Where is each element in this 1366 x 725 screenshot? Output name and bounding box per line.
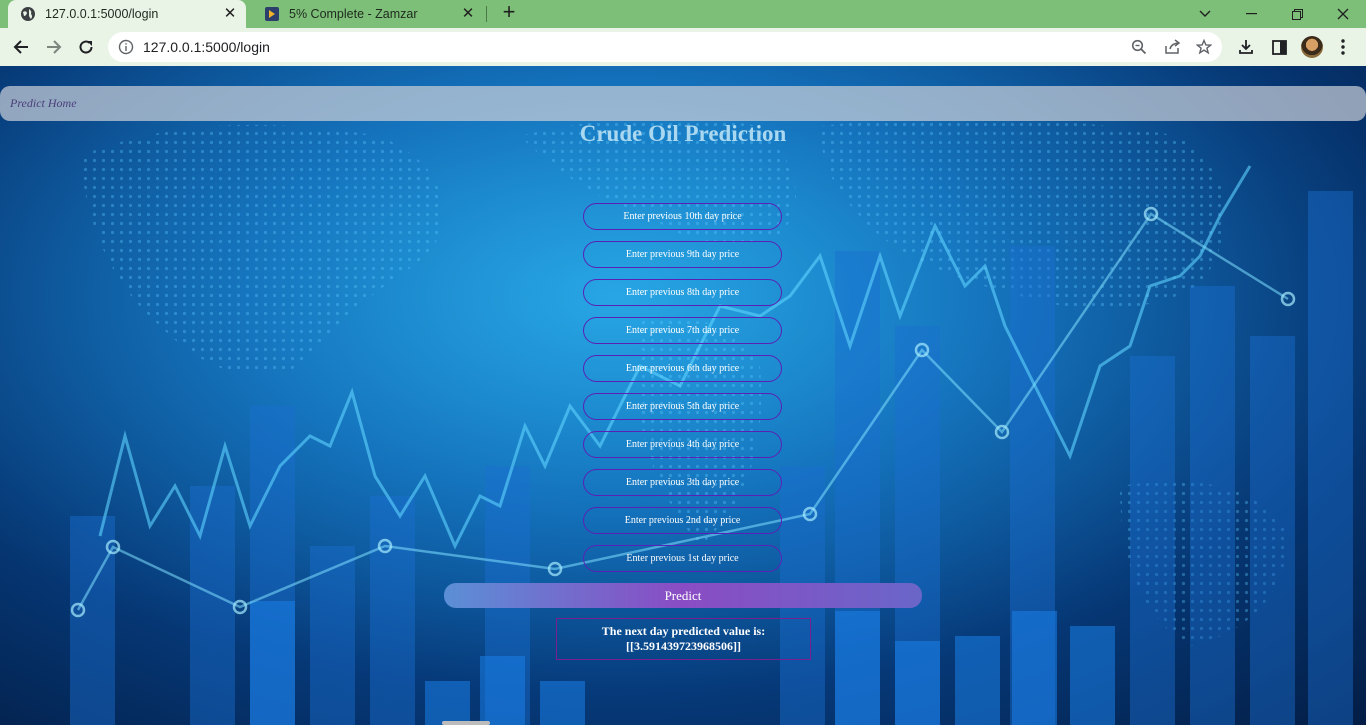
address-text: 127.0.0.1:5000/login [143, 39, 270, 55]
horizontal-scrollbar[interactable] [442, 721, 490, 725]
bookmark-star-icon[interactable] [1195, 38, 1213, 56]
tab-title: 127.0.0.1:5000/login [45, 7, 159, 21]
price-input-8th[interactable] [583, 279, 782, 306]
globe-icon [20, 6, 36, 22]
page-title: Crude Oil Prediction [579, 121, 787, 146]
price-input-9th[interactable] [583, 241, 782, 268]
tab-search-icon[interactable] [1182, 0, 1228, 28]
menu-icon[interactable] [1332, 36, 1354, 58]
reload-icon[interactable] [74, 35, 98, 59]
close-tab-icon[interactable]: ✕ [460, 6, 476, 22]
zoom-icon[interactable] [1130, 38, 1148, 56]
price-input-6th[interactable] [583, 355, 782, 382]
side-panel-icon[interactable] [1268, 36, 1290, 58]
minimize-icon[interactable] [1228, 0, 1274, 28]
price-input-1st[interactable] [583, 545, 782, 572]
price-input-5th[interactable] [583, 393, 782, 420]
tab-localhost[interactable]: 127.0.0.1:5000/login ✕ [8, 0, 246, 28]
back-icon[interactable] [9, 35, 33, 59]
profile-avatar[interactable] [1301, 36, 1323, 58]
tab-separator [486, 6, 487, 22]
zamzar-icon [264, 6, 280, 22]
price-input-2nd[interactable] [583, 507, 782, 534]
restore-icon[interactable] [1274, 0, 1320, 28]
tab-strip: 127.0.0.1:5000/login ✕ 5% Complete - Zam… [0, 0, 1366, 28]
tab-title: 5% Complete - Zamzar [289, 7, 418, 21]
browser-toolbar: 127.0.0.1:5000/login [0, 28, 1366, 66]
address-bar[interactable]: 127.0.0.1:5000/login [108, 32, 1222, 62]
tab-zamzar[interactable]: 5% Complete - Zamzar ✕ [252, 0, 484, 28]
predict-button[interactable]: Predict [444, 583, 922, 608]
site-info-icon[interactable] [118, 39, 134, 55]
close-window-icon[interactable] [1320, 0, 1366, 28]
download-icon[interactable] [1235, 36, 1257, 58]
share-icon[interactable] [1163, 38, 1181, 56]
price-input-4th[interactable] [583, 431, 782, 458]
new-tab-icon[interactable]: + [498, 1, 520, 24]
price-input-7th[interactable] [583, 317, 782, 344]
close-tab-icon[interactable]: ✕ [222, 6, 238, 22]
predict-home-link[interactable]: Predict Home [10, 86, 77, 120]
price-input-3th[interactable] [583, 469, 782, 496]
page-content: Predict Home Crude Oil Prediction Predic… [0, 66, 1366, 725]
top-navbar: Predict Home [0, 86, 1366, 121]
price-input-10th[interactable] [583, 203, 782, 230]
result-label: The next day predicted value is: [601, 624, 766, 638]
forward-icon[interactable] [42, 35, 66, 59]
result-value: [[3.591439723968506]] [626, 639, 741, 653]
prediction-result-box: The next day predicted value is: [[3.591… [556, 618, 811, 660]
